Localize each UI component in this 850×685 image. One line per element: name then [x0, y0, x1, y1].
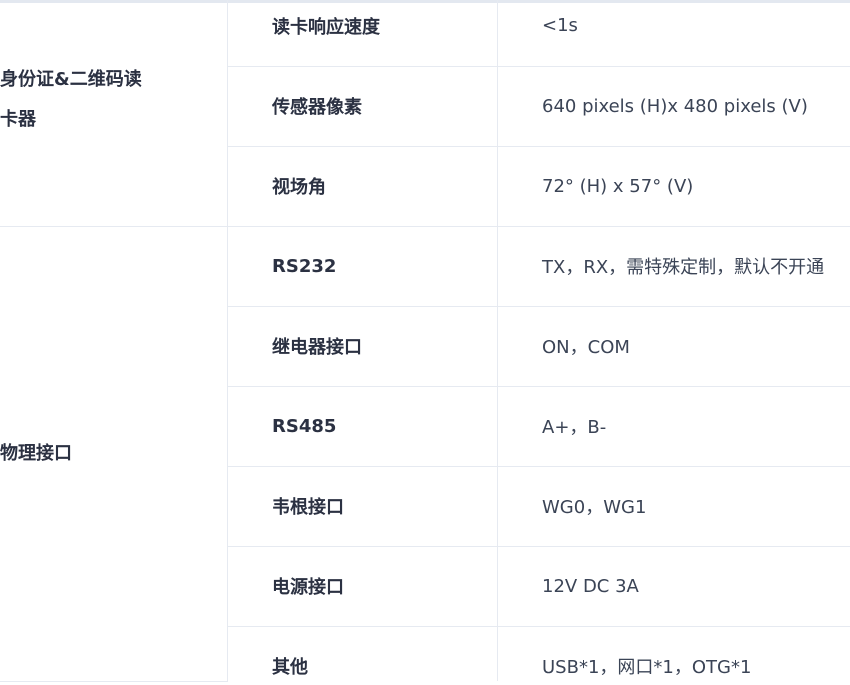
- spec-label: 视场角: [227, 146, 498, 227]
- spec-label: 韦根接口: [227, 466, 498, 547]
- spec-value: 640 pixels (H)x 480 pixels (V): [497, 66, 850, 147]
- spec-value: <1s: [497, 0, 850, 67]
- group-label: 身份证&二维码读卡器: [0, 69, 142, 131]
- group-label: 物理接口: [0, 442, 72, 464]
- group-cell-reader: 身份证&二维码读卡器: [0, 0, 228, 227]
- spec-label: RS232: [227, 226, 498, 307]
- spec-value: USB*1，网口*1，OTG*1: [542, 657, 752, 679]
- spec-label: 其他: [227, 626, 498, 681]
- spec-value: A+，B-: [497, 386, 850, 467]
- spec-label: 电源接口: [227, 546, 498, 627]
- spec-label: 传感器像素: [227, 66, 498, 147]
- spec-label: 继电器接口: [227, 306, 498, 387]
- spec-value: WG0，WG1: [497, 466, 850, 547]
- group-cell-interfaces: 物理接口: [0, 226, 228, 682]
- spec-value: 72° (H) x 57° (V): [497, 146, 850, 227]
- spec-value: ON，COM: [497, 306, 850, 387]
- spec-value: TX，RX，需特殊定制，默认不开通: [497, 226, 850, 307]
- spec-label: RS485: [227, 386, 498, 467]
- table-row: 身份证&二维码读卡器 读卡响应速度 <1s: [0, 0, 850, 227]
- spec-table: 身份证&二维码读卡器 读卡响应速度 <1s 传感器像素 640 pixels (…: [0, 0, 850, 682]
- spec-value: 12V DC 3A: [497, 546, 850, 627]
- spec-label: 读卡响应速度: [227, 0, 498, 67]
- table-row: 物理接口 RS232 TX，RX，需特殊定制，默认不开通: [0, 226, 850, 682]
